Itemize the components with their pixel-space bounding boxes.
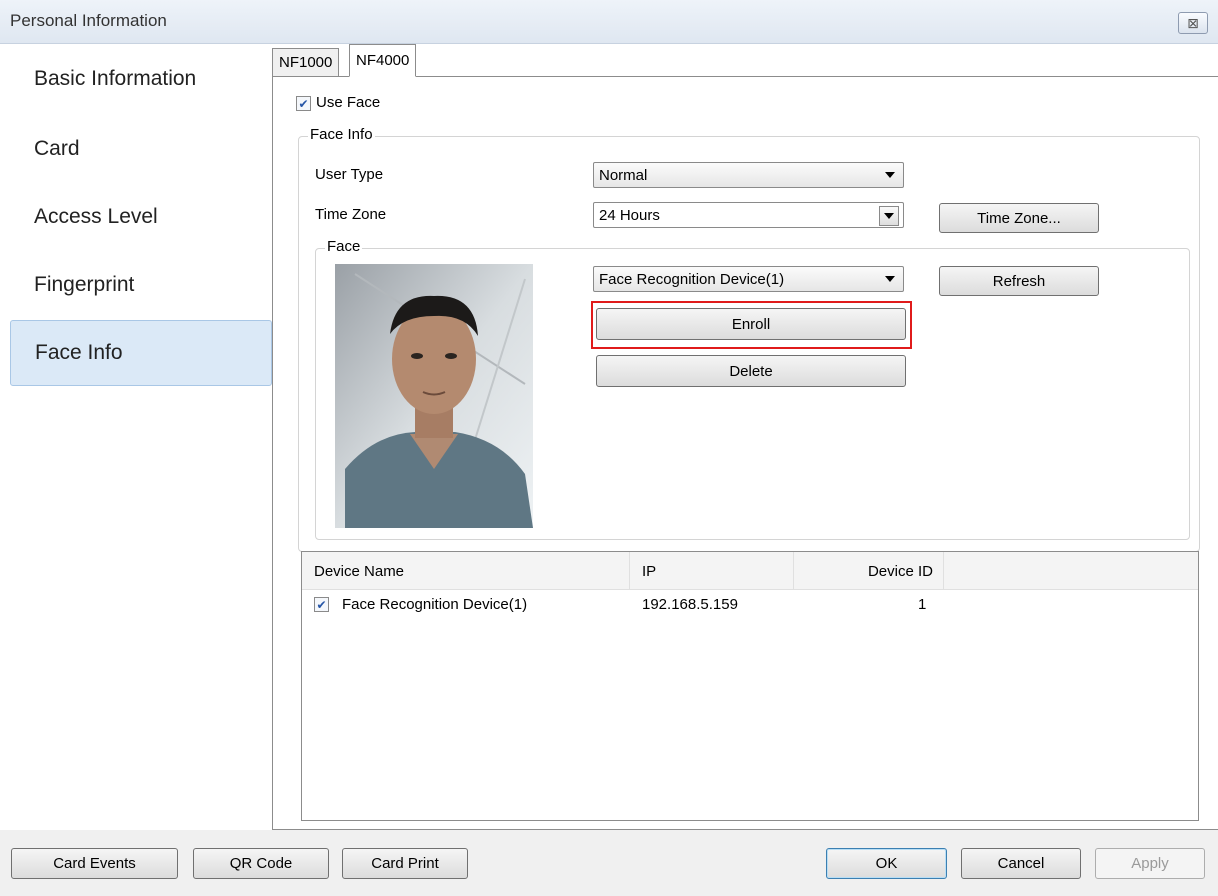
time-zone-button-label: Time Zone... xyxy=(977,209,1061,227)
close-button[interactable]: ⊠ xyxy=(1178,12,1208,34)
face-legend: Face xyxy=(325,238,363,255)
use-face-label: Use Face xyxy=(316,94,381,111)
apply-button[interactable]: Apply xyxy=(1095,848,1205,879)
check-icon: ✔ xyxy=(298,96,309,111)
column-ip[interactable]: IP xyxy=(630,552,794,590)
enroll-button-label: Enroll xyxy=(731,315,771,333)
chevron-down-icon xyxy=(885,276,895,282)
sidebar-item-fingerprint[interactable]: Fingerprint xyxy=(10,252,272,318)
tab-nf4000[interactable]: NF4000 xyxy=(349,44,417,77)
sidebar-item-access-level[interactable]: Access Level xyxy=(10,184,272,250)
face-device-value: Face Recognition Device(1) xyxy=(599,270,785,288)
close-icon: ⊠ xyxy=(1187,14,1199,31)
sidebar-item-face-info[interactable]: Face Info xyxy=(10,320,272,386)
qr-code-button[interactable]: QR Code xyxy=(193,848,329,879)
sidebar: Basic Information Card Access Level Fing… xyxy=(0,44,272,830)
row-checkbox[interactable]: ✔ xyxy=(314,597,329,612)
use-face-checkbox[interactable]: ✔ xyxy=(296,96,311,111)
delete-button[interactable]: Delete xyxy=(596,355,906,387)
time-zone-button[interactable]: Time Zone... xyxy=(939,203,1099,233)
sidebar-item-label: Access Level xyxy=(34,205,158,228)
table-row[interactable]: ✔ Face Recognition Device(1) 192.168.5.1… xyxy=(302,592,1198,620)
column-device-name[interactable]: Device Name xyxy=(302,552,630,590)
chevron-down-icon xyxy=(885,172,895,178)
time-zone-label: Time Zone xyxy=(315,206,387,223)
footer-bar: Card Events QR Code Card Print OK Cancel… xyxy=(0,830,1218,896)
chevron-down-icon xyxy=(879,206,899,226)
card-print-button[interactable]: Card Print xyxy=(342,848,468,879)
row-device-name: Face Recognition Device(1) xyxy=(342,596,528,613)
enroll-button[interactable]: Enroll xyxy=(596,308,906,340)
row-ip: 192.168.5.159 xyxy=(642,596,738,613)
row-device-id: 1 xyxy=(918,596,927,613)
tab-nf1000[interactable]: NF1000 xyxy=(272,48,340,77)
list-header: Device Name IP Device ID xyxy=(302,552,1198,590)
sidebar-item-basic-information[interactable]: Basic Information xyxy=(10,46,272,112)
cancel-button[interactable]: Cancel xyxy=(961,848,1081,879)
sidebar-item-label: Face Info xyxy=(35,341,123,364)
sidebar-item-label: Basic Information xyxy=(34,67,197,90)
user-type-value: Normal xyxy=(599,166,648,184)
user-type-label: User Type xyxy=(315,166,384,183)
delete-button-label: Delete xyxy=(729,362,773,380)
device-list[interactable]: Device Name IP Device ID ✔ Face Recognit… xyxy=(301,551,1199,821)
card-events-button[interactable]: Card Events xyxy=(11,848,178,879)
sidebar-item-card[interactable]: Card xyxy=(10,116,272,182)
face-device-select[interactable]: Face Recognition Device(1) xyxy=(593,266,904,292)
face-photo xyxy=(335,264,533,528)
column-device-id[interactable]: Device ID xyxy=(794,552,944,590)
user-type-select[interactable]: Normal xyxy=(593,162,904,188)
title-bar: Personal Information ⊠ xyxy=(0,0,1218,44)
check-icon: ✔ xyxy=(316,597,327,612)
refresh-button-label: Refresh xyxy=(992,272,1046,290)
tab-label: NF4000 xyxy=(356,52,410,69)
window-title: Personal Information xyxy=(10,11,167,30)
refresh-button[interactable]: Refresh xyxy=(939,266,1099,296)
ok-button[interactable]: OK xyxy=(826,848,947,879)
time-zone-select[interactable]: 24 Hours xyxy=(593,202,904,228)
tab-label: NF1000 xyxy=(279,54,333,71)
face-info-legend: Face Info xyxy=(308,126,375,143)
sidebar-item-label: Card xyxy=(34,137,80,160)
time-zone-value: 24 Hours xyxy=(599,206,660,224)
sidebar-item-label: Fingerprint xyxy=(34,273,135,296)
